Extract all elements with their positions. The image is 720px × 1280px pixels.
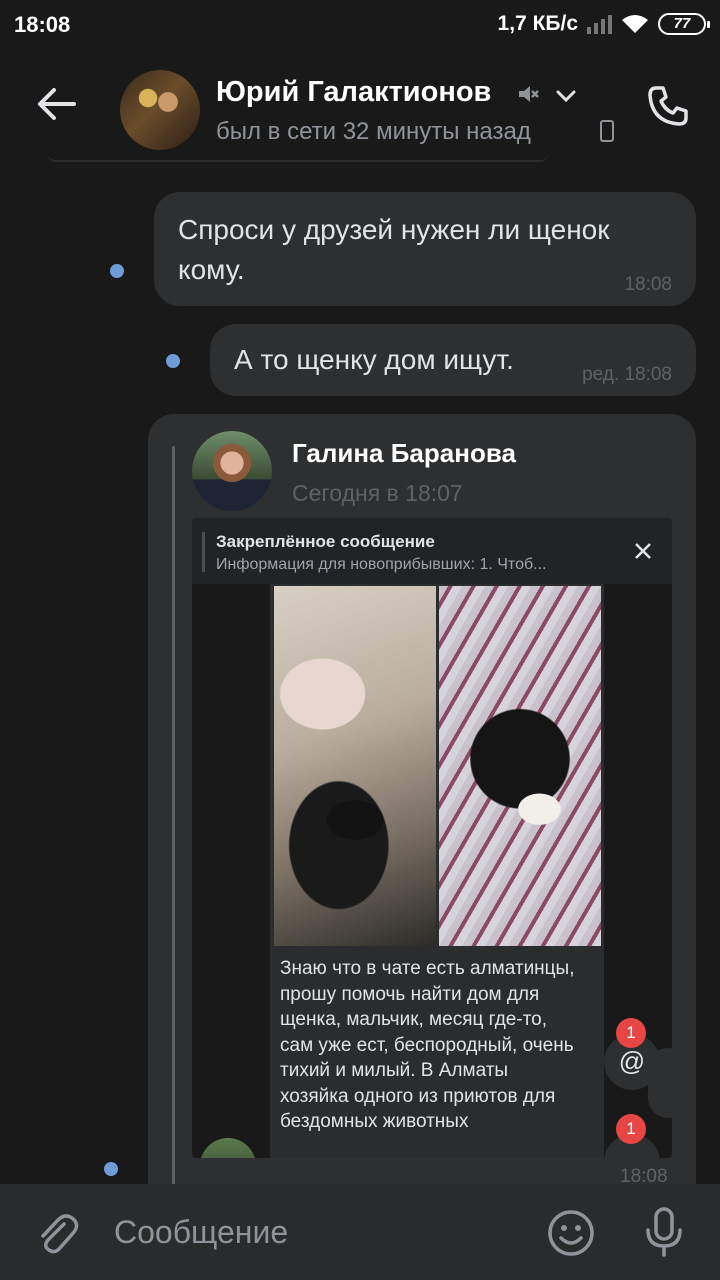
chat-header: Юрий Галактионов был в сети 32 минуты на… <box>0 52 720 162</box>
forward-author-avatar[interactable] <box>192 431 272 511</box>
inner-avatar <box>200 1138 256 1158</box>
forward-date: Сегодня в 18:07 <box>292 480 463 506</box>
message-composer <box>0 1184 720 1280</box>
message-text: А то щенку дом ищут. <box>234 344 514 375</box>
last-seen-status: был в сети 32 минуты назад <box>216 118 531 145</box>
unread-dot <box>110 264 124 278</box>
message-bubble[interactable]: А то щенку дом ищут. ред. 18:08 <box>210 324 696 396</box>
puppy-photo-2 <box>439 586 601 946</box>
signal-icon <box>587 15 612 34</box>
pinned-accent-bar <box>202 532 205 572</box>
forward-author-name[interactable]: Галина Баранова <box>292 438 516 469</box>
battery-icon: 77 <box>658 13 710 35</box>
inner-message-text: Знаю что в чате есть алматинцы, прошу по… <box>280 958 575 1132</box>
wifi-icon <box>622 15 648 33</box>
message-bubble[interactable]: Спроси у друзей нужен ли щенок кому. 18:… <box>154 192 696 306</box>
unread-dot <box>166 354 180 368</box>
mention-badge: 1 <box>616 1018 646 1048</box>
screenshot-attachment[interactable]: Закреплённое сообщение Информация для но… <box>192 518 672 1158</box>
edited-label: ред. <box>582 364 620 385</box>
forward-quote-bar <box>172 446 175 1186</box>
pinned-text: Информация для новоприбывших: 1. Чтоб... <box>216 556 547 573</box>
unread-dot <box>104 1162 118 1176</box>
message-separator <box>48 154 548 162</box>
phone-call-icon[interactable] <box>644 82 692 130</box>
scroll-badge: 1 <box>616 1114 646 1144</box>
chevron-down-icon[interactable] <box>554 86 578 106</box>
network-speed: 1,7 КБ/с <box>497 12 578 35</box>
message-time: 18:08 <box>624 274 672 295</box>
close-icon <box>635 543 651 559</box>
message-time-edited: ред. 18:08 <box>582 364 672 386</box>
pinned-message-bar: Закреплённое сообщение Информация для но… <box>192 518 672 584</box>
message-text: Спроси у друзей нужен ли щенок кому. <box>178 214 610 285</box>
microphone-icon[interactable] <box>642 1206 686 1258</box>
message-input[interactable] <box>114 1210 514 1254</box>
back-arrow-icon[interactable] <box>34 82 78 126</box>
mobile-phone-icon <box>600 120 614 142</box>
contact-avatar[interactable] <box>120 70 200 150</box>
status-time: 18:08 <box>14 12 71 37</box>
puppy-photo-1 <box>274 586 436 946</box>
time-value: 18:08 <box>624 364 672 385</box>
status-right: 1,7 КБ/с 77 <box>497 12 710 36</box>
status-bar: 18:08 1,7 КБ/с 77 <box>0 0 720 52</box>
emoji-icon[interactable] <box>546 1208 596 1258</box>
paperclip-icon[interactable] <box>34 1210 80 1256</box>
pinned-title: Закреплённое сообщение <box>216 532 435 551</box>
contact-name[interactable]: Юрий Галактионов <box>216 76 491 109</box>
mute-icon <box>519 86 539 102</box>
